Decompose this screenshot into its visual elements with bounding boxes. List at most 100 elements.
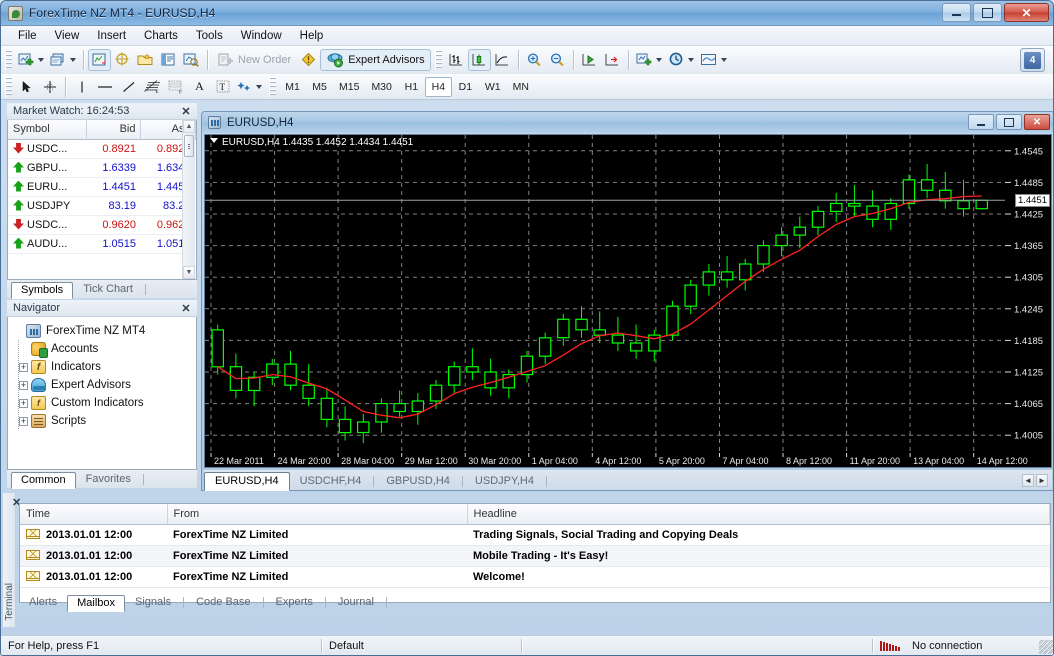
cursor-button[interactable] — [15, 76, 38, 98]
navigator-button[interactable] — [134, 49, 157, 71]
toolbar-grip[interactable] — [5, 50, 12, 70]
tree-node-root[interactable]: ForexTime NZ MT4 — [14, 322, 196, 340]
sidebar-item-expert-advisors[interactable]: + Expert Advisors — [19, 376, 196, 394]
periods-dropdown-icon[interactable] — [687, 58, 694, 62]
alert-warning-button[interactable] — [297, 49, 320, 71]
tab-favorites[interactable]: Favorites — [76, 471, 141, 488]
column-from[interactable]: From — [167, 504, 468, 525]
vertical-line-button[interactable] — [70, 76, 93, 98]
column-time[interactable]: Time — [20, 504, 168, 525]
tab-code-base[interactable]: Code Base — [186, 594, 260, 611]
menu-file[interactable]: File — [9, 28, 46, 44]
candlestick-chart-button[interactable] — [467, 49, 491, 71]
menu-help[interactable]: Help — [291, 28, 333, 44]
templates-dropdown-icon[interactable] — [720, 58, 727, 62]
crosshair-button[interactable] — [38, 76, 61, 98]
chart-close-button[interactable]: ✕ — [1024, 114, 1050, 130]
timeframe-m15[interactable]: M15 — [333, 77, 365, 97]
timeframe-d1[interactable]: D1 — [452, 77, 479, 97]
chart-restore-button[interactable] — [996, 114, 1022, 130]
tab-eurusd-h4[interactable]: EURUSD,H4 — [204, 472, 290, 491]
data-window-button[interactable] — [111, 49, 134, 71]
tab-gbpusd-h4[interactable]: GBPUSD,H4 — [376, 473, 460, 490]
tab-mailbox[interactable]: Mailbox — [67, 595, 126, 612]
navigator-close-icon[interactable]: ✕ — [180, 302, 192, 315]
table-row[interactable]: EURU... 1.4451 1.4453 — [8, 177, 196, 197]
close-button[interactable]: ✕ — [1004, 3, 1049, 22]
expert-advisors-button[interactable]: Expert Advisors — [320, 49, 431, 71]
column-bid[interactable]: Bid — [86, 120, 142, 140]
chart-shift-button[interactable] — [601, 49, 624, 71]
line-chart-button[interactable] — [491, 49, 514, 71]
expand-icon[interactable]: + — [19, 380, 28, 390]
table-row[interactable]: USDC... 0.9620 0.9624 — [8, 215, 196, 235]
indicators-button[interactable] — [633, 49, 665, 71]
fibonacci-button[interactable]: E — [140, 76, 164, 98]
equidistant-channel-button[interactable]: F — [164, 76, 188, 98]
sidebar-item-indicators[interactable]: + f Indicators — [19, 358, 196, 376]
resize-grip[interactable] — [1039, 640, 1053, 654]
line-toolbar-grip[interactable] — [5, 76, 12, 97]
scroll-left-icon[interactable]: ◄ — [1022, 474, 1034, 487]
menu-view[interactable]: View — [46, 28, 89, 44]
sidebar-item-accounts[interactable]: Accounts — [19, 340, 196, 358]
zoom-out-button[interactable] — [546, 49, 569, 71]
table-row[interactable]: 2013.01.01 12:00 ForexTime NZ Limited Mo… — [20, 545, 1050, 567]
tab-journal[interactable]: Journal — [328, 594, 384, 611]
zoom-in-button[interactable] — [523, 49, 546, 71]
table-row[interactable]: USDJPY 83.19 83.22 — [8, 196, 196, 216]
profiles-button[interactable] — [47, 49, 79, 71]
timeframe-m5[interactable]: M5 — [306, 77, 333, 97]
menu-insert[interactable]: Insert — [88, 28, 135, 44]
tab-alerts[interactable]: Alerts — [19, 594, 67, 611]
market-watch-close-icon[interactable]: ✕ — [180, 105, 192, 118]
alert-count-badge[interactable]: 4 — [1020, 48, 1045, 72]
menu-window[interactable]: Window — [232, 28, 291, 44]
terminal-button[interactable] — [157, 49, 180, 71]
column-symbol[interactable]: Symbol — [8, 120, 87, 140]
new-chart-button[interactable] — [15, 49, 47, 71]
menu-tools[interactable]: Tools — [187, 28, 232, 44]
market-watch-scrollbar[interactable]: ▲ ▼ — [182, 120, 195, 279]
tab-symbols[interactable]: Symbols — [11, 282, 74, 299]
tab-usdchf-h4[interactable]: USDCHF,H4 — [290, 473, 372, 490]
table-row[interactable]: 2013.01.01 12:00 ForexTime NZ Limited We… — [20, 566, 1050, 588]
connection-indicator[interactable]: No connection — [873, 636, 989, 656]
timeframe-m1[interactable]: M1 — [279, 77, 306, 97]
shapes-dropdown-icon[interactable] — [256, 84, 262, 89]
table-row[interactable]: USDC... 0.8921 0.8925 — [8, 139, 196, 159]
expand-icon[interactable]: + — [19, 362, 28, 372]
tab-common[interactable]: Common — [11, 472, 76, 489]
menu-charts[interactable]: Charts — [135, 28, 187, 44]
new-chart-dropdown-icon[interactable] — [38, 58, 44, 62]
chart-area[interactable]: EURUSD,H4 1.4435 1.4452 1.4434 1.4451 1.… — [204, 134, 1052, 468]
trendline-button[interactable] — [117, 76, 140, 98]
periods-button[interactable] — [665, 49, 697, 71]
column-headline[interactable]: Headline — [467, 504, 1050, 525]
scroll-up-icon[interactable]: ▲ — [183, 120, 195, 133]
tab-tick-chart[interactable]: Tick Chart — [73, 281, 143, 298]
timeframe-mn[interactable]: MN — [507, 77, 535, 97]
table-row[interactable]: 2013.01.01 12:00 ForexTime NZ Limited Tr… — [20, 524, 1050, 546]
templates-button[interactable] — [697, 49, 730, 71]
table-row[interactable]: GBPU... 1.6339 1.6342 — [8, 158, 196, 178]
sidebar-item-scripts[interactable]: + Scripts — [19, 412, 196, 430]
sidebar-item-custom-indicators[interactable]: + f Custom Indicators — [19, 394, 196, 412]
scroll-down-icon[interactable]: ▼ — [183, 266, 195, 279]
tab-usdjpy-h4[interactable]: USDJPY,H4 — [465, 473, 544, 490]
timeframe-h4[interactable]: H4 — [424, 76, 452, 97]
scroll-right-icon[interactable]: ► — [1036, 474, 1048, 487]
auto-scroll-button[interactable] — [578, 49, 601, 71]
indicators-dropdown-icon[interactable] — [655, 58, 662, 62]
expand-icon[interactable]: + — [19, 416, 28, 426]
bar-chart-button[interactable] — [445, 49, 468, 71]
profiles-dropdown-icon[interactable] — [70, 58, 76, 62]
timeframe-m30[interactable]: M30 — [365, 77, 397, 97]
chart-plot[interactable] — [205, 135, 1005, 453]
timeframe-h1[interactable]: H1 — [398, 77, 425, 97]
timeframe-grip[interactable] — [269, 76, 276, 97]
minimize-button[interactable] — [942, 3, 971, 22]
tab-signals[interactable]: Signals — [125, 594, 181, 611]
table-row[interactable]: AUDU... 1.0515 1.0518 — [8, 234, 196, 254]
shapes-button[interactable] — [234, 76, 265, 98]
